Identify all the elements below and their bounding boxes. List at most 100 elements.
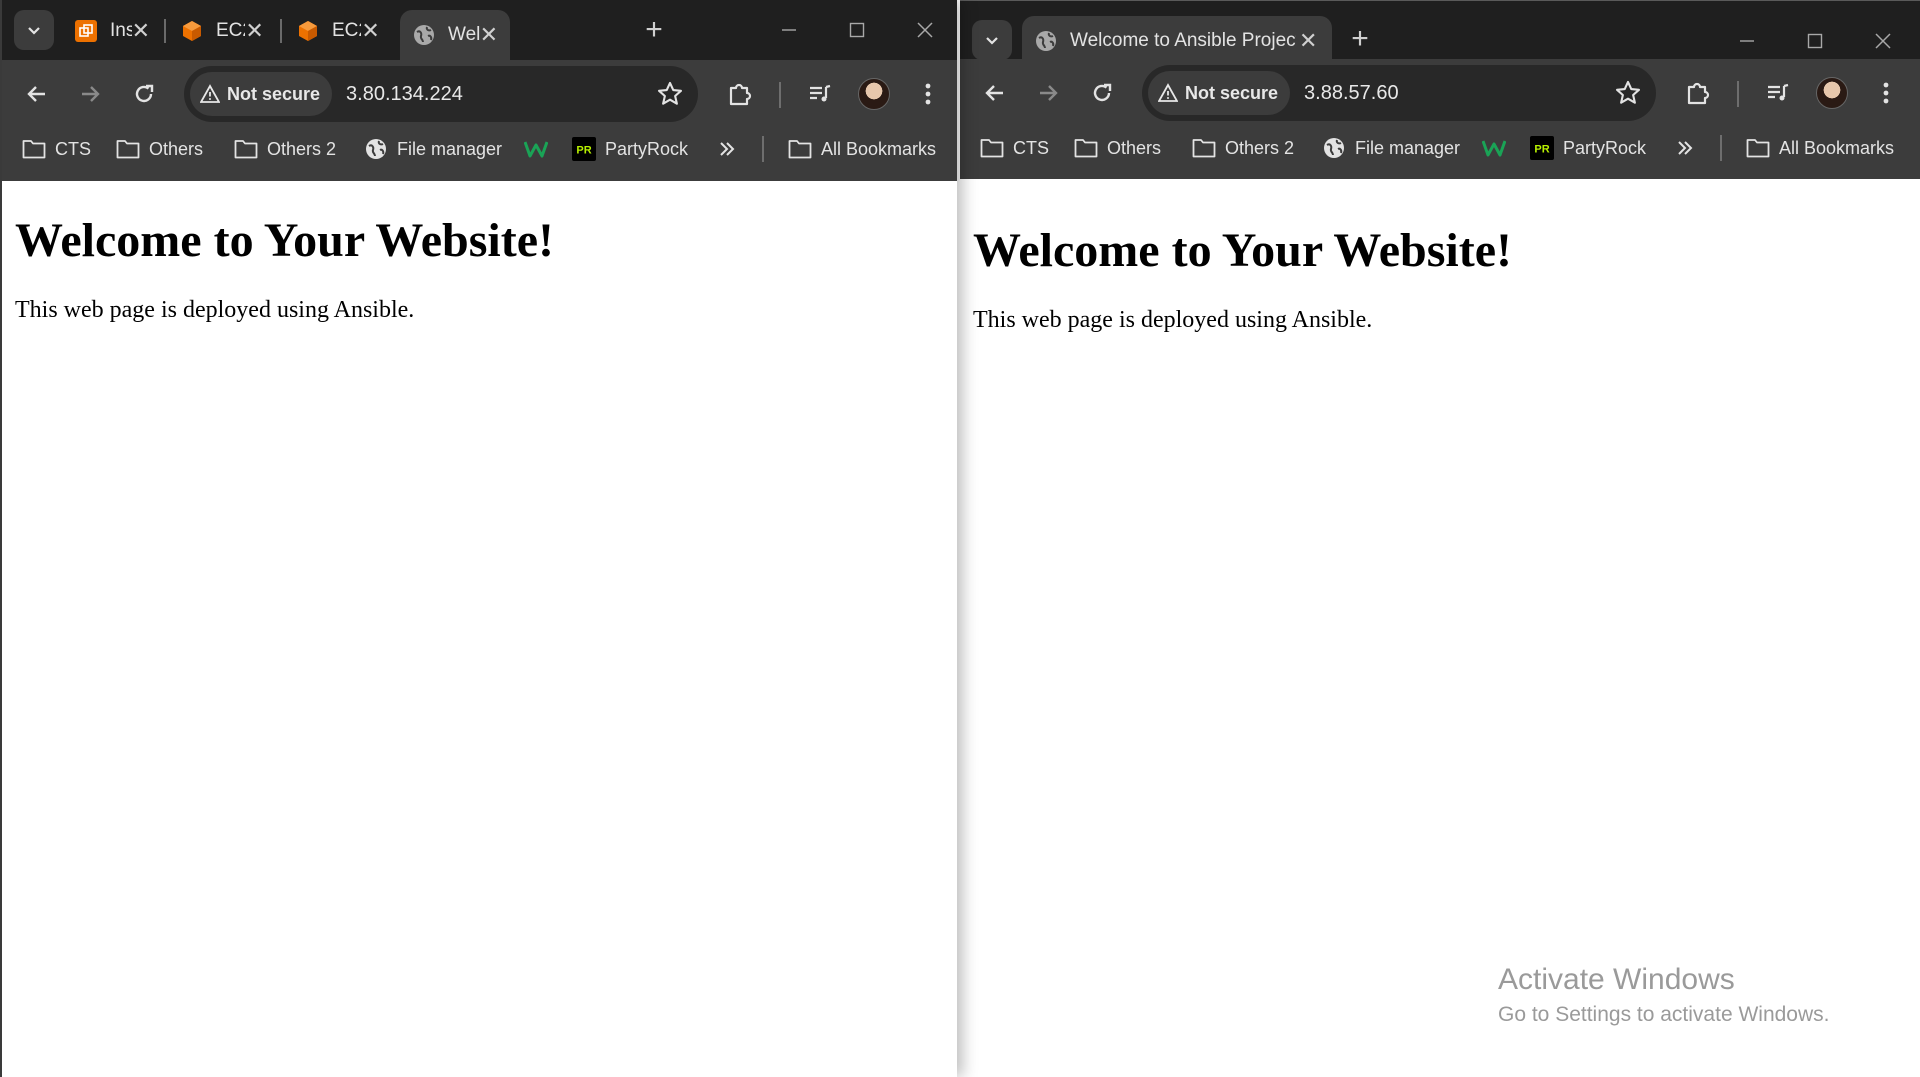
bookmark-label: File manager: [397, 138, 503, 159]
media-controls-button[interactable]: [1758, 73, 1798, 113]
bookmarks-overflow-button[interactable]: [718, 131, 736, 167]
media-controls-button[interactable]: [800, 74, 840, 114]
extensions-button[interactable]: [720, 74, 760, 114]
address-bar[interactable]: Not secure 3.88.57.60: [1142, 65, 1656, 121]
tab-title: Insta: [110, 20, 132, 41]
menu-button[interactable]: [908, 74, 948, 114]
bookmark-partyrock[interactable]: PR PartyRock: [1530, 130, 1646, 166]
reload-icon: [1093, 83, 1112, 102]
bookmark-file-manager[interactable]: File manager: [364, 131, 502, 167]
maximize-button[interactable]: [1790, 21, 1840, 61]
bookmark-label: CTS: [55, 138, 91, 159]
arrow-left-icon: [985, 85, 1003, 101]
tab-search-button[interactable]: [972, 20, 1012, 60]
folder-icon: [116, 137, 140, 161]
globe-icon: [1322, 136, 1346, 160]
star-icon[interactable]: [1614, 79, 1642, 107]
chevron-down-icon: [28, 27, 40, 35]
minimize-button[interactable]: [764, 10, 814, 50]
forward-button[interactable]: [1028, 73, 1068, 113]
close-window-button[interactable]: [1858, 21, 1908, 61]
aws-instance-icon: [74, 19, 98, 43]
bookmark-folder-cts[interactable]: CTS: [980, 130, 1049, 166]
bookmark-label: File manager: [1355, 137, 1461, 158]
minimize-button[interactable]: [1722, 21, 1772, 61]
tab-strip: Insta ✕ EC2 ✕ EC2 ✕ Welc ✕ +: [2, 0, 957, 60]
tab-title: EC2: [332, 20, 361, 41]
playlist-music-icon: [810, 84, 831, 102]
all-bookmarks-button[interactable]: All Bookmarks: [788, 131, 936, 167]
more-vertical-icon: [925, 83, 931, 105]
bookmark-folder-others[interactable]: Others: [116, 131, 203, 167]
all-bookmarks-button[interactable]: All Bookmarks: [1746, 130, 1894, 166]
profile-avatar[interactable]: [1816, 77, 1848, 109]
double-chevron-right-icon: [1678, 141, 1693, 155]
tab-separator: [280, 19, 282, 43]
bookmark-folder-cts[interactable]: CTS: [22, 131, 91, 167]
bookmark-label: Others: [149, 138, 204, 159]
folder-icon: [1746, 136, 1770, 160]
bookmark-w[interactable]: [524, 131, 557, 167]
puzzle-icon: [1687, 82, 1710, 105]
bookmark-w[interactable]: [1482, 130, 1515, 166]
reload-button[interactable]: [124, 74, 164, 114]
tab-ec2[interactable]: EC2 ✕: [284, 6, 392, 56]
star-icon[interactable]: [656, 80, 684, 108]
close-icon[interactable]: ✕: [361, 18, 380, 43]
arrow-left-icon: [27, 86, 45, 102]
toolbar-divider: [1737, 81, 1739, 107]
globe-icon: [364, 137, 388, 161]
close-window-button[interactable]: [900, 10, 950, 50]
close-icon[interactable]: ✕: [1296, 28, 1320, 53]
reload-button[interactable]: [1082, 73, 1122, 113]
tab-instances[interactable]: Insta ✕: [62, 6, 162, 56]
new-tab-button[interactable]: +: [1342, 21, 1378, 57]
not-secure-chip[interactable]: Not secure: [1148, 71, 1291, 115]
bookmark-label: PartyRock: [1563, 137, 1647, 158]
tab-search-button[interactable]: [14, 10, 54, 50]
globe-icon: [412, 23, 436, 47]
bookmark-label: Others 2: [267, 138, 337, 159]
menu-button[interactable]: [1866, 73, 1906, 113]
address-bar[interactable]: Not secure 3.80.134.224: [184, 66, 698, 122]
bookmark-folder-others-2[interactable]: Others 2: [1192, 130, 1294, 166]
extensions-button[interactable]: [1678, 73, 1718, 113]
playlist-music-icon: [1768, 83, 1789, 101]
svg-text:PR: PR: [1534, 144, 1549, 156]
bookmark-folder-others-2[interactable]: Others 2: [234, 131, 336, 167]
page-content: Welcome to Your Website! This web page i…: [960, 191, 1920, 1077]
forward-button[interactable]: [70, 74, 110, 114]
tab-title: Welcome to Ansible Project: [1070, 30, 1297, 51]
maximize-icon: [849, 22, 865, 38]
profile-avatar[interactable]: [858, 78, 890, 110]
close-icon[interactable]: ✕: [132, 18, 150, 43]
tab-welcome[interactable]: Welc ✕: [400, 10, 510, 60]
folder-icon: [22, 137, 46, 161]
more-vertical-icon: [1883, 82, 1889, 104]
watermark-subtitle: Go to Settings to activate Windows.: [1498, 1003, 1830, 1026]
page-heading: Welcome to Your Website!: [15, 214, 555, 267]
close-icon[interactable]: ✕: [480, 22, 498, 47]
new-tab-button[interactable]: +: [636, 12, 672, 48]
tab-ec2[interactable]: EC2 ✕: [168, 6, 276, 56]
folder-icon: [1192, 136, 1216, 160]
bookmark-file-manager[interactable]: File manager: [1322, 130, 1460, 166]
puzzle-icon: [729, 83, 752, 106]
close-icon[interactable]: ✕: [245, 18, 264, 43]
activate-windows-watermark: Activate Windows Go to Settings to activ…: [1498, 963, 1830, 1027]
bookmark-partyrock[interactable]: PR PartyRock: [572, 131, 688, 167]
folder-icon: [1074, 136, 1098, 160]
url-text[interactable]: 3.80.134.224: [346, 83, 463, 106]
bookmark-label: Others 2: [1225, 137, 1295, 158]
bookmarks-overflow-button[interactable]: [1676, 130, 1694, 166]
not-secure-chip[interactable]: Not secure: [190, 72, 333, 116]
bookmarks-divider: [1720, 135, 1722, 161]
maximize-button[interactable]: [832, 10, 882, 50]
back-button[interactable]: [975, 73, 1015, 113]
back-button[interactable]: [17, 74, 57, 114]
bookmark-folder-others[interactable]: Others: [1074, 130, 1161, 166]
bookmark-label: PartyRock: [605, 138, 689, 159]
url-text[interactable]: 3.88.57.60: [1304, 82, 1399, 105]
page-content: Welcome to Your Website! This web page i…: [2, 181, 957, 1077]
tab-title: EC2: [216, 20, 245, 41]
